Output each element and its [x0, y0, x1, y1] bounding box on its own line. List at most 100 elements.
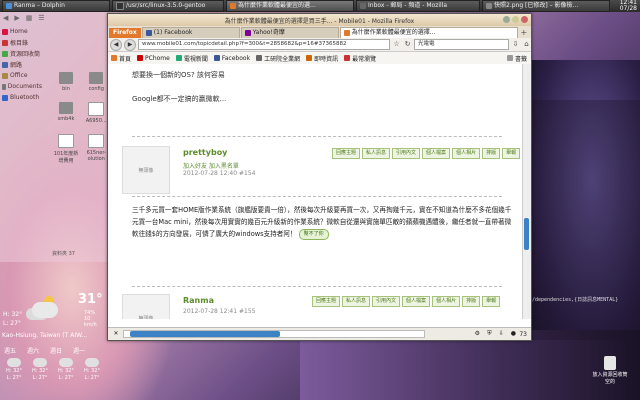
place-documents[interactable]: Documents: [0, 81, 42, 92]
search-input[interactable]: 光電電: [414, 39, 509, 50]
back-button[interactable]: ◀: [110, 38, 122, 51]
taskbar-item-terminal[interactable]: /usr/src/linux-3.5.0-gentoo: [112, 0, 224, 12]
help-button[interactable]: 幫不了你: [298, 228, 329, 240]
download-icon[interactable]: ⇩: [497, 330, 505, 338]
avatar[interactable]: 無頭像: [122, 294, 170, 319]
place-bluetooth[interactable]: Bluetooth: [0, 92, 42, 103]
profile-button[interactable]: 個人檔案: [422, 148, 451, 159]
star-icon[interactable]: ☆: [392, 40, 401, 49]
facebook-icon: [145, 30, 152, 36]
taskbar-item-firefox[interactable]: 為什麼作業軟體最便宜的選...: [226, 0, 354, 12]
bookmark-item[interactable]: 電視新聞: [175, 54, 208, 63]
window-title: 為什麼作業軟體最便宜的選擇是買三手... - Mobile01 - Mozill…: [224, 17, 415, 25]
back-icon[interactable]: ◀: [3, 14, 8, 22]
firefox-menu-button[interactable]: Firefox: [109, 28, 141, 38]
tab-yahoo[interactable]: Yahoo!奇摩: [240, 27, 339, 38]
file-item[interactable]: smb4k: [52, 102, 80, 122]
tab-mobile01[interactable]: 為什麼作業軟體最便宜的選擇...: [339, 27, 518, 38]
place-office[interactable]: Office: [0, 70, 42, 81]
status-count: 73: [519, 330, 527, 338]
quote-button[interactable]: 引用內文: [392, 148, 421, 159]
horizontal-scrollbar[interactable]: [123, 330, 425, 338]
window-titlebar: 為什麼作業軟體最便宜的選擇是買三手... - Mobile01 - Mozill…: [108, 14, 531, 26]
folder-red-icon: [2, 39, 8, 46]
vertical-scrollbar[interactable]: [522, 64, 531, 319]
post-username[interactable]: Ranma: [183, 296, 214, 305]
firefox-icon: [230, 3, 236, 9]
desktop-trash[interactable]: 放入資源回收筒 空的: [590, 356, 630, 386]
new-tab-button[interactable]: +: [519, 28, 529, 38]
bookmarks-menu[interactable]: 書籤: [506, 54, 527, 63]
shield-icon[interactable]: ⛨: [485, 330, 493, 338]
image-icon: [486, 3, 492, 9]
reply-button[interactable]: 回應主題: [332, 148, 361, 159]
reload-icon[interactable]: ↻: [403, 40, 412, 49]
layout-button[interactable]: 排版: [482, 148, 501, 159]
forecast-day: H: 32° L: 27°: [28, 358, 52, 382]
places-panel: Home 根目錄 資源回收筒 網路 Office Documents Bluet…: [0, 26, 42, 103]
pm-button[interactable]: 私人訊息: [362, 148, 391, 159]
pm-button[interactable]: 私人訊息: [342, 296, 371, 307]
yahoo-icon: [244, 30, 251, 36]
photos-button[interactable]: 個人相片: [452, 148, 481, 159]
forward-icon[interactable]: ▶: [14, 14, 19, 22]
avatar[interactable]: 無頭像: [122, 146, 170, 194]
bookmarks-icon: [506, 55, 513, 61]
download-icon[interactable]: ⇩: [511, 40, 520, 49]
home-icon: [2, 28, 8, 35]
quote-button[interactable]: 引用內文: [372, 296, 401, 307]
list-view-icon[interactable]: ☰: [38, 14, 44, 22]
report-button[interactable]: 舉報: [502, 148, 521, 159]
tab-facebook[interactable]: (1) Facebook: [141, 27, 240, 38]
close-icon[interactable]: ✕: [112, 330, 120, 338]
page-icon: [256, 55, 263, 61]
scrollbar-thumb[interactable]: [130, 331, 280, 337]
file-item[interactable]: 101年度新增費用: [52, 134, 80, 164]
abp-icon[interactable]: ●: [509, 330, 517, 338]
forward-button[interactable]: ▶: [124, 38, 136, 51]
place-root[interactable]: 根目錄: [0, 37, 42, 48]
close-button[interactable]: [521, 16, 528, 23]
minimize-button[interactable]: [503, 16, 510, 23]
url-bar[interactable]: www.mobile01.com/topicdetail.php?f=300&t…: [138, 39, 390, 50]
place-network[interactable]: 網路: [0, 59, 42, 70]
forecast-days: 週五 週六 週日 週一: [4, 348, 86, 355]
taskbar-item-dolphin[interactable]: Ranma – Dolphin: [2, 0, 110, 12]
user-links[interactable]: 加入好友 加入黑名單: [183, 161, 239, 170]
profile-button[interactable]: 個人檔案: [402, 296, 431, 307]
post-username[interactable]: prettyboy: [183, 148, 227, 157]
bookmark-item[interactable]: 即時資訊: [306, 54, 338, 63]
terminal-icon: [116, 2, 124, 10]
addon-icon[interactable]: ⚙: [473, 330, 481, 338]
maximize-button[interactable]: [512, 16, 519, 23]
place-home[interactable]: Home: [0, 26, 42, 37]
photos-button[interactable]: 個人相片: [432, 296, 461, 307]
terminal-window: [530, 100, 640, 340]
file-item[interactable]: bin: [52, 72, 80, 92]
bookmark-item[interactable]: Facebook: [213, 55, 250, 62]
facebook-icon: [213, 55, 220, 61]
post-body: 三千多元買一套HOME版作業系統（旗艦版要貴一倍），然後每次升級要再買一次，又再…: [132, 206, 512, 240]
clock[interactable]: 12:41 07/28: [620, 0, 637, 12]
bookmark-item[interactable]: 最常瀏覽: [344, 54, 376, 63]
dolphin-icon: [6, 3, 12, 9]
navigation-bar: ◀ ▶ www.mobile01.com/topicdetail.php?f=3…: [108, 38, 531, 52]
terminal-output: /dependencies,{日誌訊息MENTAL}: [532, 297, 619, 303]
bookmark-item[interactable]: 工研院全業網: [256, 54, 300, 63]
report-button[interactable]: 舉報: [482, 296, 501, 307]
spreadsheet-icon: [58, 134, 74, 148]
layout-button[interactable]: 排版: [462, 296, 481, 307]
reply-button[interactable]: 回應主題: [312, 296, 341, 307]
forecast-day: H: 32° L: 27°: [80, 358, 104, 382]
scrollbar-thumb[interactable]: [524, 218, 529, 250]
taskbar-item-mail[interactable]: Inbox - 郵局 - 頻道 - Mozilla: [356, 0, 480, 12]
bookmark-item[interactable]: 首頁: [111, 54, 131, 63]
bookmark-item[interactable]: PChome: [137, 55, 170, 62]
trash-icon: [2, 50, 8, 57]
place-trash[interactable]: 資源回收筒: [0, 48, 42, 59]
taskbar-item-image-viewer[interactable]: 快照2.png [已修改] – 影像檢...: [482, 0, 610, 12]
folder-icon: [89, 72, 104, 84]
home-icon[interactable]: ⌂: [522, 40, 531, 49]
home-icon: [111, 55, 117, 61]
grid-view-icon[interactable]: ▦: [26, 14, 33, 22]
